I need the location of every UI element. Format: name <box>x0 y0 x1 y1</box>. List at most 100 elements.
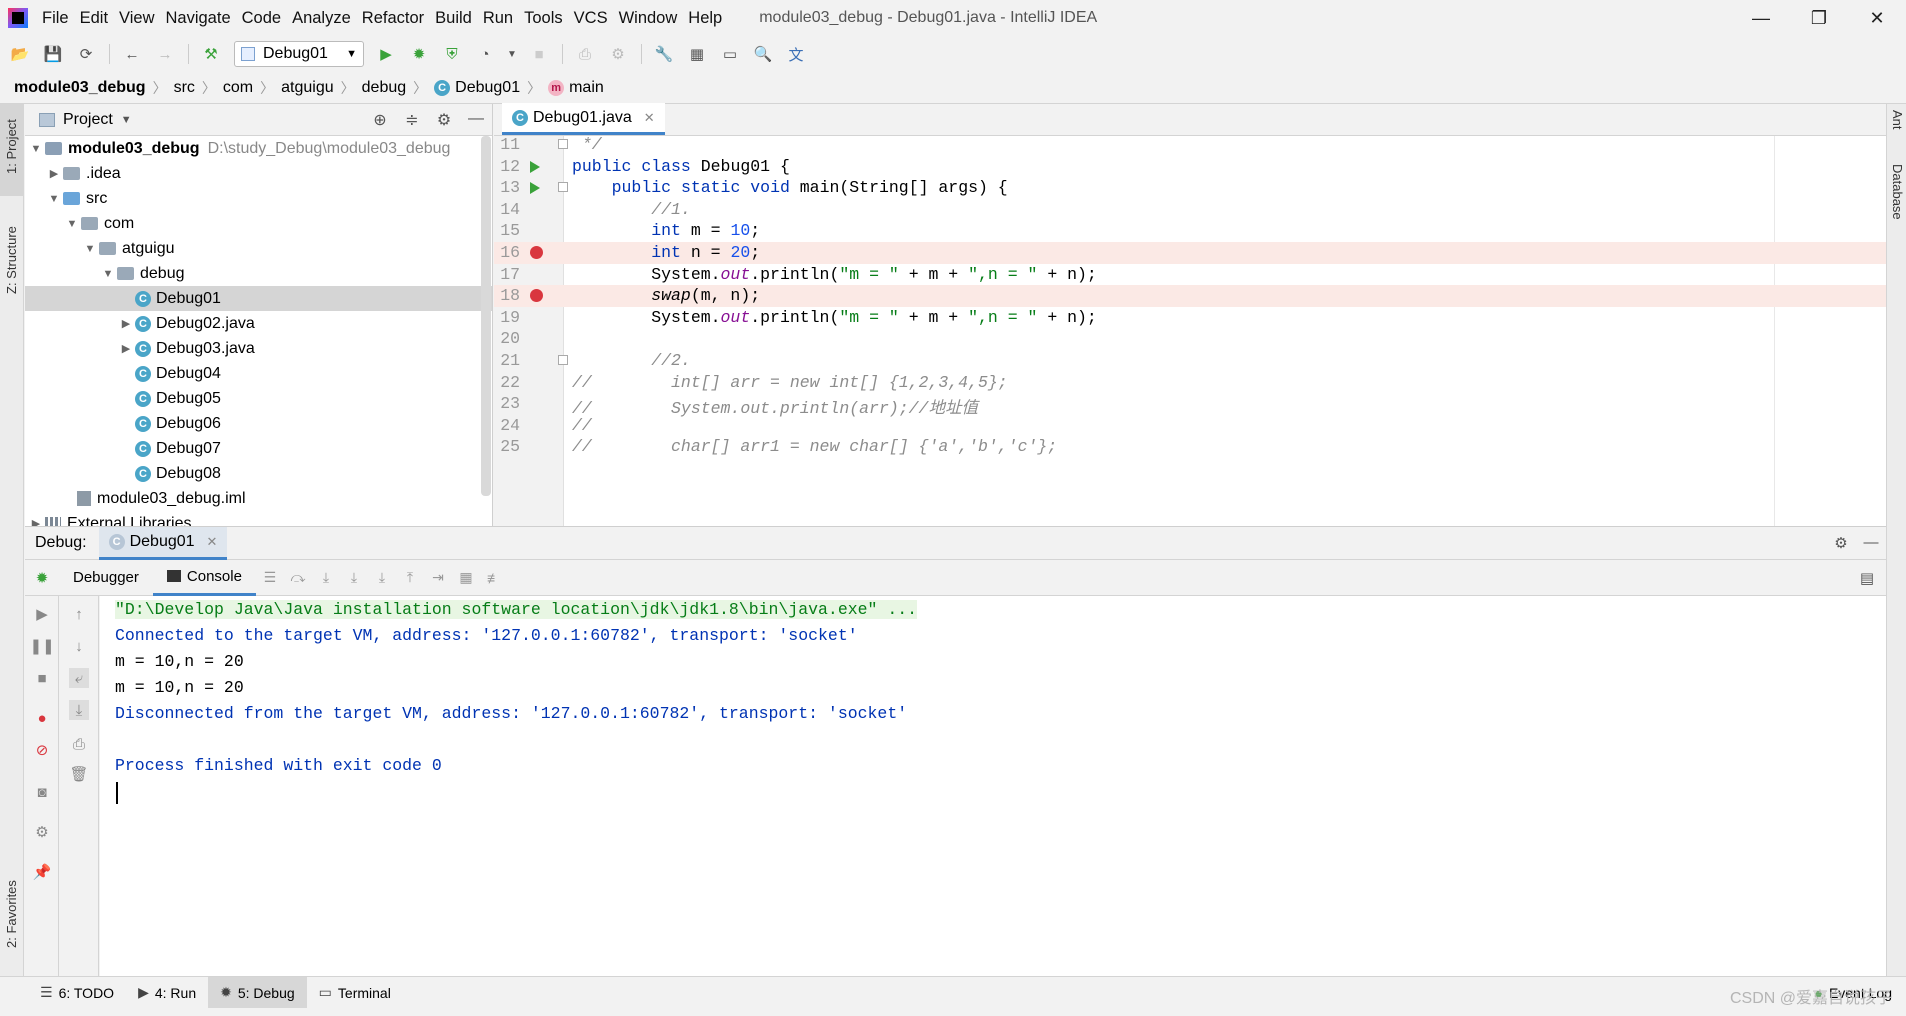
gear-icon[interactable]: ⚙ <box>428 110 460 130</box>
show-execution-point-icon[interactable]: ⤼ <box>284 569 312 586</box>
code-line[interactable]: 17 System.out.println("m = " + m + ",n =… <box>494 264 1886 286</box>
locate-icon[interactable]: ⊕ <box>364 110 396 130</box>
menu-navigate[interactable]: Navigate <box>166 9 231 28</box>
tree-item-src[interactable]: ▼ src <box>25 186 492 211</box>
attach-debugger-icon[interactable]: ⎙ <box>575 44 595 64</box>
code-line[interactable]: 14 //1. <box>494 199 1886 221</box>
menu-analyze[interactable]: Analyze <box>292 9 351 28</box>
tree-item-debug06[interactable]: C Debug06 <box>25 411 492 436</box>
tab-debug01-java[interactable]: C Debug01.java ✕ <box>502 103 665 135</box>
sync-icon[interactable]: ⟳ <box>76 44 96 64</box>
coverage-icon[interactable]: ⚙ <box>608 44 628 64</box>
gear-icon[interactable]: ⚙ <box>32 822 52 842</box>
down-arrow-icon[interactable]: ↓ <box>69 636 89 656</box>
fold-marker-icon[interactable] <box>558 355 568 365</box>
chevron-down-icon[interactable]: ▼ <box>27 143 45 155</box>
menu-build[interactable]: Build <box>435 9 472 28</box>
minimize-icon[interactable]: — <box>1732 0 1790 36</box>
code-line[interactable]: 19 System.out.println("m = " + m + ",n =… <box>494 307 1886 329</box>
mute-breakpoints-icon[interactable]: ⊘ <box>32 740 52 760</box>
pause-icon[interactable]: ❚❚ <box>29 636 54 656</box>
code-line[interactable]: 21 //2. <box>494 350 1886 372</box>
line-number[interactable]: 11 <box>494 135 520 154</box>
run-to-cursor-icon[interactable]: ⇥ <box>424 569 452 586</box>
code-line[interactable]: 24 // <box>494 415 1886 437</box>
tree-item-com[interactable]: ▼ com <box>25 211 492 236</box>
console-output[interactable]: "D:\Develop Java\Java installation softw… <box>100 596 1886 976</box>
stop-icon[interactable]: ■ <box>529 44 549 64</box>
save-all-icon[interactable]: 💾 <box>43 44 63 64</box>
run-with-coverage-icon[interactable]: ⛨ <box>442 44 462 64</box>
chevron-right-icon[interactable]: ▶ <box>117 317 135 330</box>
line-number[interactable]: 18 <box>494 286 520 305</box>
line-number[interactable]: 23 <box>494 394 520 413</box>
tree-item-debug04[interactable]: C Debug04 <box>25 361 492 386</box>
menu-edit[interactable]: Edit <box>80 9 108 28</box>
menu-help[interactable]: Help <box>688 9 722 28</box>
line-number[interactable]: 24 <box>494 416 520 435</box>
step-out-icon[interactable]: ⤒ <box>396 569 424 586</box>
code-line[interactable]: 15 int m = 10; <box>494 220 1886 242</box>
hide-icon[interactable]: — <box>460 110 492 130</box>
menu-window[interactable]: Window <box>619 9 678 28</box>
chevron-down-icon[interactable]: ▼ <box>81 243 99 255</box>
breadcrumb-module[interactable]: module03_debug <box>14 79 146 97</box>
trash-icon[interactable]: 🗑 <box>69 764 89 784</box>
close-icon[interactable]: ✕ <box>207 534 218 550</box>
run-gutter-icon[interactable] <box>530 182 540 195</box>
collapse-all-icon[interactable]: ≑ <box>396 110 428 130</box>
force-step-into-icon[interactable]: ⤓ <box>368 569 396 586</box>
camera-icon[interactable]: ◙ <box>32 782 52 802</box>
tree-item-atguigu[interactable]: ▼ atguigu <box>25 236 492 261</box>
tree-item-debug01[interactable]: C Debug01 <box>25 286 492 311</box>
breakpoint-icon[interactable] <box>530 246 543 259</box>
line-number[interactable]: 17 <box>494 265 520 284</box>
tree-item-debug08[interactable]: C Debug08 <box>25 461 492 486</box>
terminal-tool-button[interactable]: ▭ Terminal <box>307 977 403 1009</box>
more-runs-chevron-icon[interactable]: ▼ <box>507 44 517 64</box>
line-number[interactable]: 13 <box>494 178 520 197</box>
code-line[interactable]: 23// System.out.println(arr);//地址值 <box>494 393 1886 418</box>
line-number[interactable]: 12 <box>494 157 520 176</box>
line-number[interactable]: 21 <box>494 351 520 370</box>
breadcrumb-method[interactable]: m main <box>548 79 604 97</box>
tree-item-debug07[interactable]: C Debug07 <box>25 436 492 461</box>
stop-icon[interactable]: ■ <box>32 668 52 688</box>
settings-wrench-icon[interactable]: 🔧 <box>654 44 674 64</box>
run-icon[interactable]: ▶ <box>376 44 396 64</box>
debug-bug-icon[interactable]: ✹ <box>409 44 429 64</box>
code-line[interactable]: 13 public static void main(String[] args… <box>494 177 1886 199</box>
line-number[interactable]: 15 <box>494 221 520 240</box>
tree-item-debug03[interactable]: ▶ C Debug03.java <box>25 336 492 361</box>
tree-item-debug05[interactable]: C Debug05 <box>25 386 492 411</box>
chevron-down-icon[interactable]: ▼ <box>99 268 117 280</box>
menu-icon[interactable]: ☰ <box>256 569 284 586</box>
chevron-right-icon[interactable]: ▶ <box>45 167 63 180</box>
code-line[interactable]: 22 // int[] arr = new int[] {1,2,3,4,5}; <box>494 372 1886 394</box>
up-arrow-icon[interactable]: ↑ <box>69 604 89 624</box>
hide-icon[interactable]: — <box>1856 534 1886 552</box>
ant-tool-button[interactable]: Ant <box>1890 110 1905 130</box>
breakpoint-icon[interactable] <box>530 289 543 303</box>
todo-tool-button[interactable]: ☰ 6: TODO <box>28 977 126 1009</box>
line-number[interactable]: 25 <box>494 437 520 456</box>
chevron-down-icon[interactable]: ▼ <box>63 218 81 230</box>
evaluate-expression-icon[interactable]: ▦ <box>452 569 480 586</box>
database-tool-button[interactable]: Database <box>1890 164 1905 220</box>
project-scrollbar[interactable] <box>481 136 491 496</box>
line-number[interactable]: 22 <box>494 373 520 392</box>
chevron-right-icon[interactable]: ▶ <box>117 342 135 355</box>
project-panel-title[interactable]: Project <box>63 111 113 129</box>
code-line[interactable]: 18 swap(m, n); <box>494 285 1886 307</box>
close-icon[interactable]: ✕ <box>1848 0 1906 36</box>
run-tool-button[interactable]: ▶ 4: Run <box>126 977 208 1009</box>
close-icon[interactable]: ✕ <box>644 110 655 126</box>
menu-vcs[interactable]: VCS <box>574 9 608 28</box>
back-icon[interactable]: ← <box>122 44 142 64</box>
run-gutter-icon[interactable] <box>530 160 540 173</box>
tree-item-debug02[interactable]: ▶ C Debug02.java <box>25 311 492 336</box>
breadcrumb-debug[interactable]: debug <box>362 79 407 97</box>
tree-item-debug-package[interactable]: ▼ debug <box>25 261 492 286</box>
print-icon[interactable]: ⎙ <box>69 734 89 754</box>
code-line[interactable]: 12 public class Debug01 { <box>494 156 1886 178</box>
